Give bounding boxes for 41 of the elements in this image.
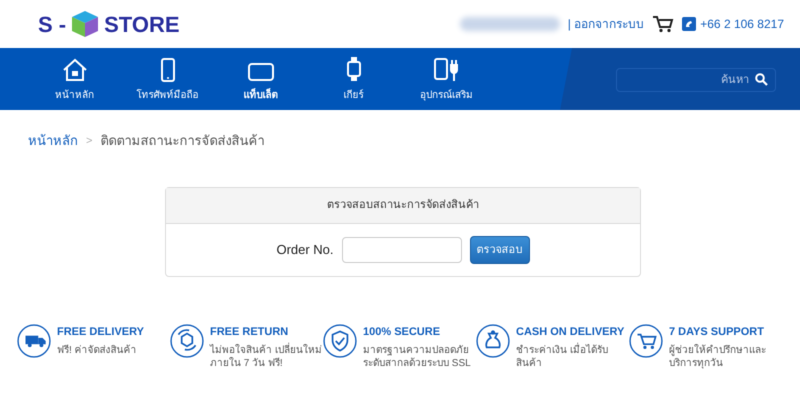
- breadcrumb-link[interactable]: หน้าหลัก: [28, 131, 78, 151]
- feature-title: CASH ON DELIVERY: [516, 325, 626, 340]
- feature-title: FREE RETURN: [210, 325, 290, 340]
- tablet-icon: [248, 62, 274, 82]
- nav-item[interactable]: หน้าหลัก: [28, 56, 121, 102]
- feature-description: ชำระค่าเงิน เมื่อได้รับสินค้า: [516, 344, 609, 370]
- phone-icon: [682, 17, 696, 31]
- feature-title: 100% SECURE: [363, 325, 442, 340]
- check-button[interactable]: ตรวจสอบ: [470, 236, 530, 264]
- feature-description: ไม่พอใจสินค้า เปลี่ยนใหม่ภายใน 7 วัน ฟรี!: [210, 344, 323, 370]
- cube-logo-icon: [70, 9, 100, 39]
- order-number-field[interactable]: [342, 237, 462, 263]
- shield-check-icon: [323, 324, 357, 358]
- smartwatch-icon: [346, 56, 360, 82]
- feature-title: 7 DAYS SUPPORT: [669, 325, 765, 340]
- truck-icon: [17, 324, 51, 358]
- money-bag-icon: [476, 324, 510, 358]
- house-icon: [62, 58, 88, 82]
- logout-link[interactable]: | ออกจากระบบ: [568, 15, 644, 33]
- order-number-label: Order No.: [276, 241, 334, 260]
- breadcrumb-separator: >: [86, 134, 92, 149]
- box-arrows-icon: [170, 324, 204, 358]
- nav-item[interactable]: โทรศัพท์มือถือ: [121, 56, 214, 102]
- logo-text: STORE: [104, 10, 180, 38]
- phone-number: +66 2 106 8217: [700, 16, 784, 33]
- search-icon[interactable]: [755, 72, 768, 86]
- shopping-cart-icon: [629, 324, 663, 358]
- feature-description: ผู้ช่วยให้คำปรึกษาและบริการทุกวัน: [669, 344, 767, 370]
- breadcrumb-current: ติดตามสถานะการจัดส่งสินค้า: [100, 132, 264, 150]
- nav-item[interactable]: แท็บเล็ต: [214, 56, 307, 102]
- logo-text: S -: [38, 10, 66, 38]
- feature-description: ฟรี! ค่าจัดส่งสินค้า: [57, 344, 138, 356]
- feature-description: มาตรฐานความปลอดภัยระดับสากลด้วยระบบ SSL: [363, 344, 472, 370]
- panel-title: ตรวจสอบสถานะการจัดส่งสินค้า: [166, 188, 640, 224]
- feature-title: FREE DELIVERY: [57, 325, 144, 340]
- nav-item[interactable]: อุปกรณ์เสริม: [400, 56, 493, 102]
- cart-icon[interactable]: [652, 15, 674, 33]
- search-field[interactable]: ค้นหา: [616, 68, 776, 92]
- phone-charger-icon: [434, 56, 460, 82]
- smartphone-icon: [160, 58, 174, 82]
- nav-item[interactable]: เกียร์: [307, 56, 400, 102]
